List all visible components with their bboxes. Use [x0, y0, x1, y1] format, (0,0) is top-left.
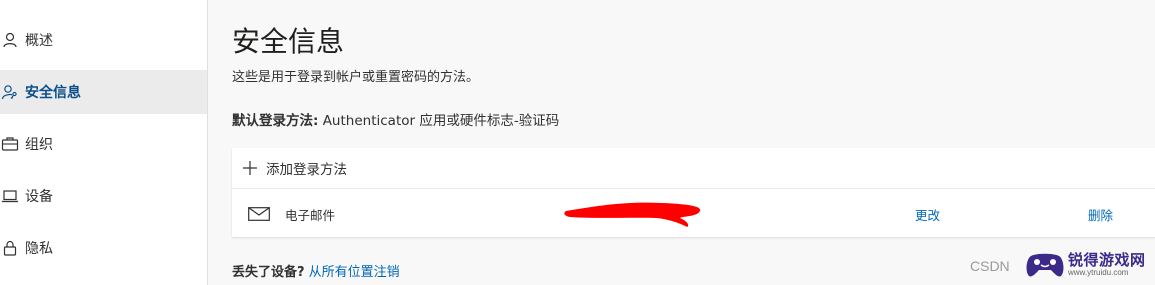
method-name: 电子邮件	[285, 208, 336, 223]
method-row: 电子邮件 更改 删除	[232, 189, 1155, 237]
page-title: 安全信息	[232, 25, 345, 58]
briefcase-icon	[1, 135, 19, 153]
default-method-label: 默认登录方法:	[232, 113, 319, 129]
sidebar-item-organizations[interactable]: 组织	[0, 122, 207, 166]
brand-text: 锐得游戏网 www.ytruidu.com	[1068, 252, 1146, 278]
lock-icon	[1, 239, 19, 257]
main-content: 安全信息 这些是用于登录到帐户或重置密码的方法。 默认登录方法: Authent…	[208, 0, 1155, 285]
sidebar-item-label: 组织	[25, 137, 53, 153]
sidebar-item-overview[interactable]: 概述	[0, 18, 207, 62]
person-icon	[1, 31, 19, 49]
brand-name: 锐得游戏网	[1068, 251, 1146, 269]
add-method-button[interactable]: 添加登录方法	[232, 148, 1155, 189]
redaction-mark	[564, 202, 701, 227]
add-method-label: 添加登录方法	[266, 162, 347, 178]
person-key-icon	[1, 83, 19, 101]
sidebar: 概述 安全信息 组织 设备 隐私	[0, 0, 208, 285]
default-method-value: Authenticator 应用或硬件标志-验证码	[318, 113, 560, 129]
sidebar-item-label: 隐私	[25, 241, 53, 257]
laptop-icon	[1, 187, 19, 205]
csdn-watermark: CSDN	[970, 258, 1010, 274]
sign-out-everywhere-link[interactable]: 从所有位置注销	[305, 265, 400, 280]
plus-icon	[242, 160, 258, 176]
default-method: 默认登录方法: Authenticator 应用或硬件标志-验证码	[232, 109, 559, 129]
sidebar-item-label: 设备	[25, 189, 53, 205]
sidebar-item-privacy[interactable]: 隐私	[0, 226, 207, 270]
gamepad-logo-icon	[1025, 250, 1065, 280]
sidebar-item-label: 概述	[25, 33, 53, 49]
brand-watermark: 锐得游戏网 www.ytruidu.com	[1025, 248, 1153, 282]
methods-card: 添加登录方法 电子邮件 更改 删除	[232, 148, 1155, 237]
page-subtitle: 这些是用于登录到帐户或重置密码的方法。	[232, 70, 480, 85]
lost-device-label: 丢失了设备?	[232, 265, 305, 280]
mail-icon	[248, 206, 270, 221]
brand-url: www.ytruidu.com	[1068, 268, 1129, 277]
sidebar-item-security-info[interactable]: 安全信息	[0, 70, 207, 114]
change-method-link[interactable]: 更改	[915, 205, 940, 224]
delete-method-link[interactable]: 删除	[1088, 205, 1113, 224]
sidebar-item-label: 安全信息	[25, 85, 81, 101]
page-root: 概述 安全信息 组织 设备 隐私 安全信息 这些是用于登录到帐户或重置密码的方法…	[0, 0, 1155, 285]
sidebar-item-devices[interactable]: 设备	[0, 174, 207, 218]
lost-device-prompt: 丢失了设备? 从所有位置注销	[232, 261, 400, 280]
